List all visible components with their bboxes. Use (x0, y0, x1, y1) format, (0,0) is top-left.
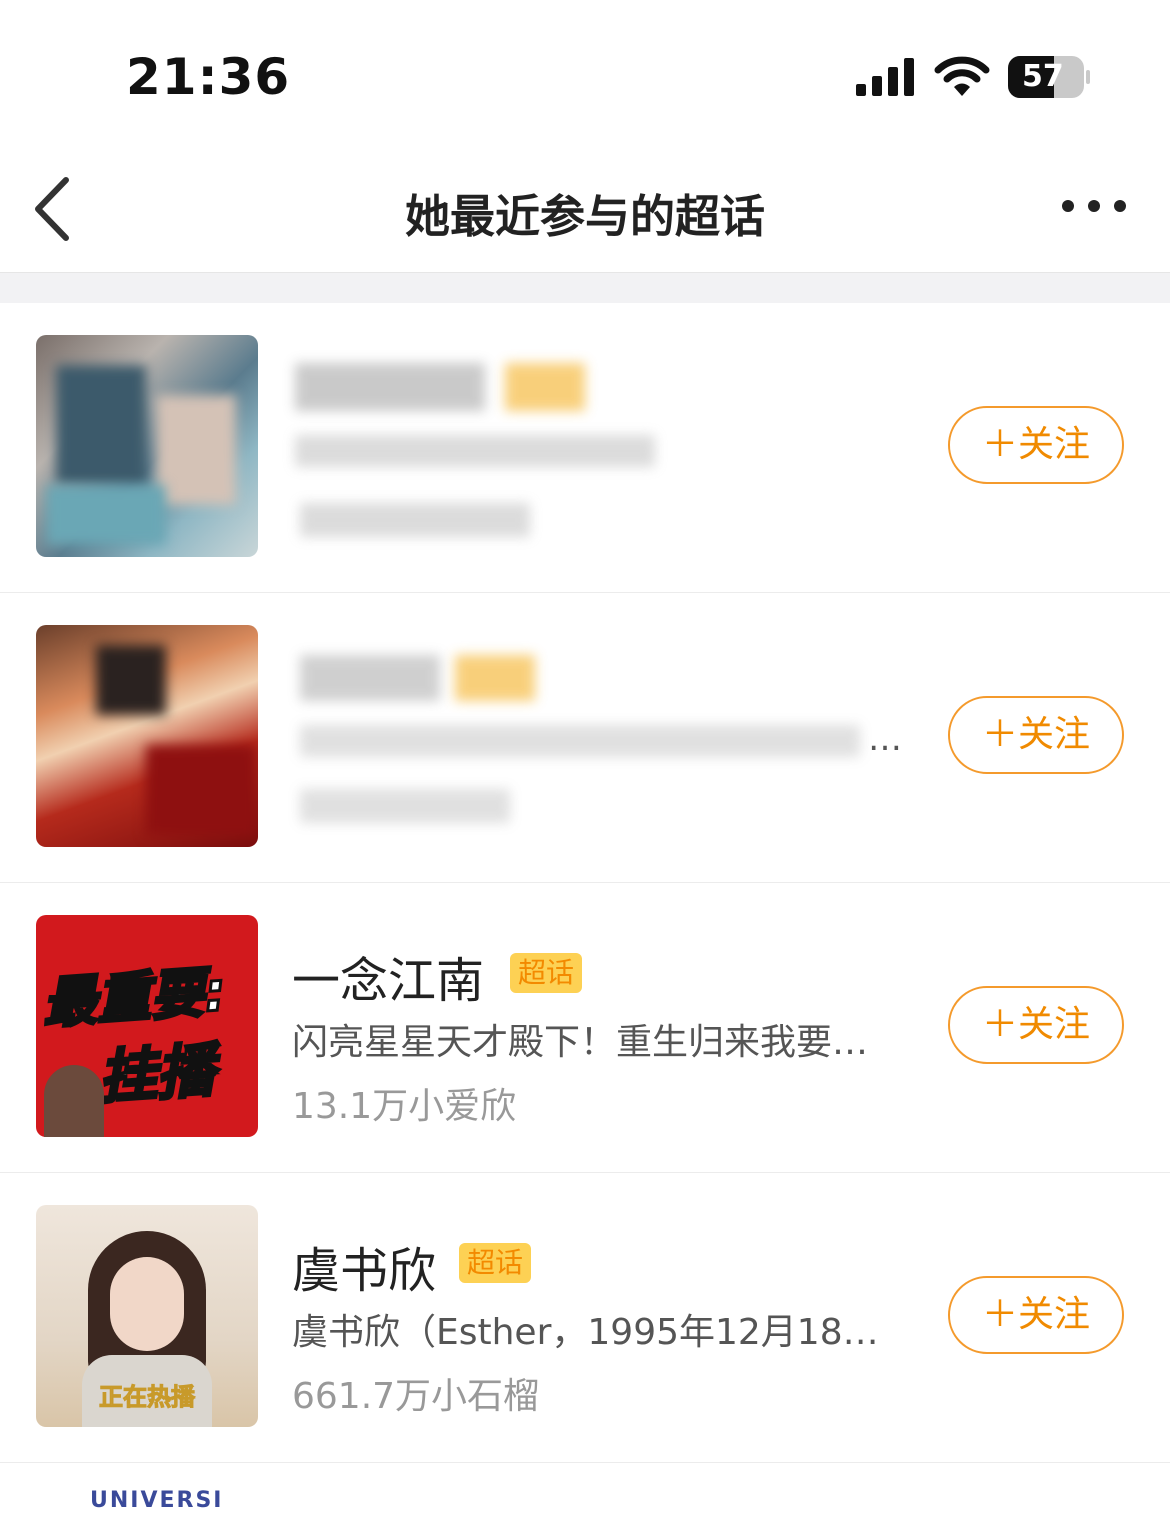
list-item[interactable]: 正在热播 虞书欣 超话 虞书欣（Esther，1995年12月18… 661.7… (0, 1173, 1170, 1463)
topic-list: ＋关注 … ＋关注 最重要: 挂播 一念江南 超话 闪亮星星天才殿下！重生归来我… (0, 303, 1170, 1463)
obscured-title (295, 363, 485, 411)
section-divider (0, 273, 1170, 303)
chevron-left-icon (35, 177, 69, 241)
wifi-icon (934, 56, 990, 96)
topic-cover-image: 最重要: 挂播 (36, 915, 258, 1137)
nav-bar: 她最近参与的超话 (0, 150, 1170, 273)
follow-button[interactable]: ＋关注 (948, 1276, 1124, 1354)
status-bar: 21:36 57 (0, 0, 1170, 150)
cellular-signal-icon (856, 58, 914, 96)
cover-text: 正在热播 (99, 1383, 196, 1412)
super-topic-badge: 超话 (459, 1243, 532, 1283)
obscured-title (300, 655, 440, 701)
list-item[interactable]: ＋关注 (0, 303, 1170, 593)
cover-text-line2: 挂播 (95, 1035, 218, 1114)
fan-count: 661.7万小石榴 (292, 1376, 540, 1417)
topic-cover-image (36, 625, 258, 847)
obscured-desc (300, 725, 860, 757)
row-desc-ellipsis: … (868, 719, 902, 759)
super-topic-badge: 超话 (510, 953, 583, 993)
list-item[interactable]: 最重要: 挂播 一念江南 超话 闪亮星星天才殿下！重生归来我要… 13.1万小爱… (0, 883, 1170, 1173)
obscured-fans (300, 503, 530, 537)
back-button[interactable] (30, 174, 80, 244)
obscured-badge (455, 655, 535, 701)
more-button[interactable] (1056, 184, 1132, 228)
topic-title: 虞书欣 (292, 1243, 437, 1299)
page-title: 她最近参与的超话 (404, 190, 765, 243)
follow-button[interactable]: ＋关注 (948, 986, 1124, 1064)
battery-level: 57 (1022, 59, 1064, 94)
obscured-fans (300, 789, 510, 823)
topic-description: 闪亮星星天才殿下！重生归来我要… (292, 1022, 869, 1063)
status-time: 21:36 (126, 48, 291, 106)
obscured-desc (295, 435, 655, 467)
follow-button[interactable]: ＋关注 (948, 696, 1124, 774)
list-item[interactable]: … ＋关注 (0, 593, 1170, 883)
more-dots-icon (1062, 200, 1126, 212)
battery-icon: 57 (1008, 56, 1090, 98)
next-item-peek: UNIVERSI (90, 1488, 224, 1513)
obscured-badge (505, 363, 585, 411)
topic-title: 一念江南 (292, 953, 485, 1009)
topic-cover-image: 正在热播 (36, 1205, 258, 1427)
topic-description: 虞书欣（Esther，1995年12月18… (292, 1312, 879, 1353)
topic-cover-image (36, 335, 258, 557)
fan-count: 13.1万小爱欣 (292, 1086, 517, 1127)
follow-button[interactable]: ＋关注 (948, 406, 1124, 484)
